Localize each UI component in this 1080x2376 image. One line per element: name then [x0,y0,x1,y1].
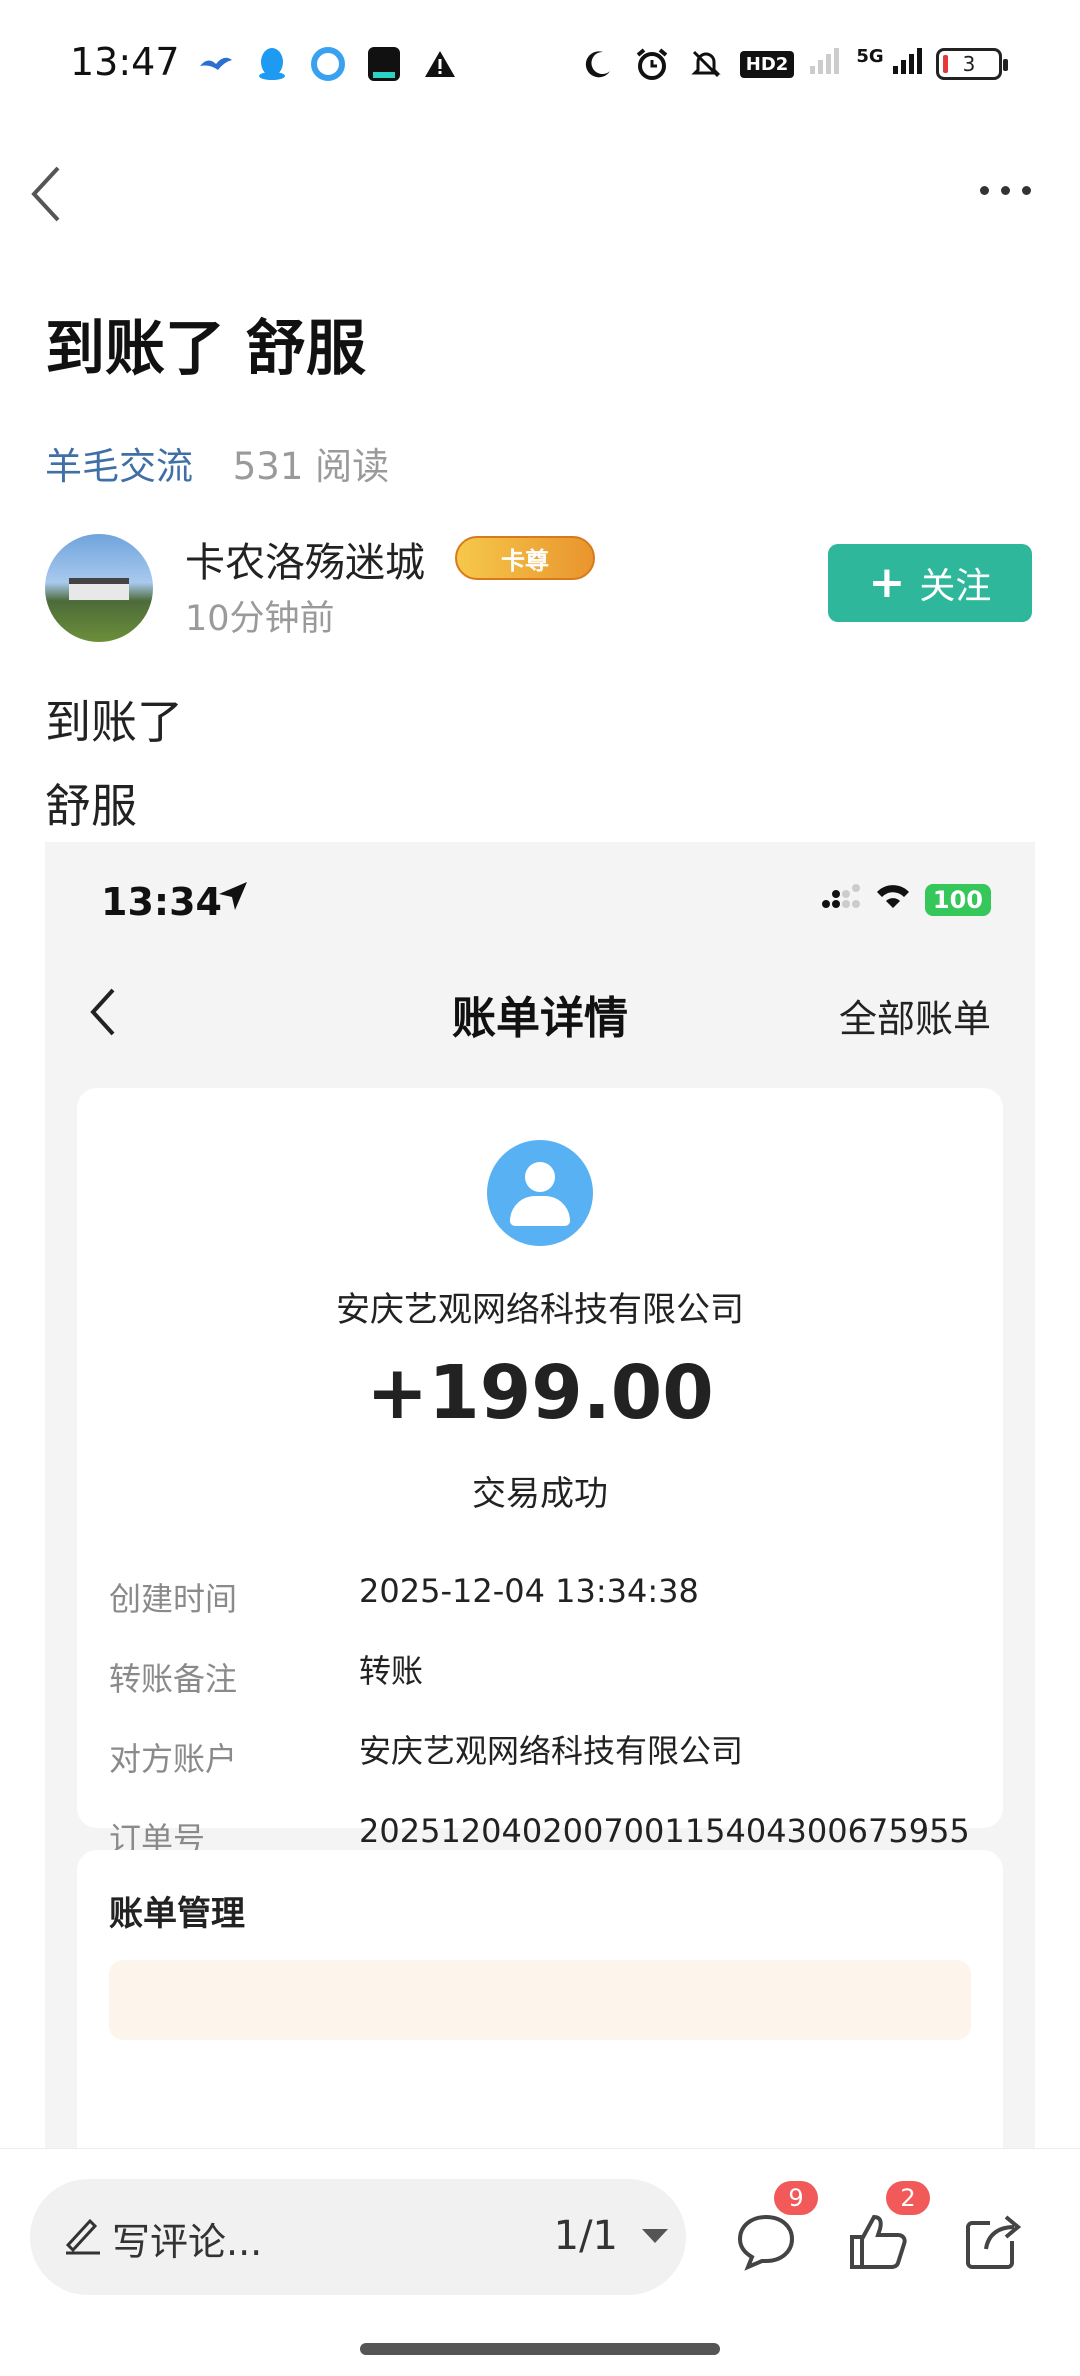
status-time: 13:47 [70,40,180,84]
bill-management-banner [109,1960,971,2040]
all-bills-link: 全部账单 [838,997,991,1041]
hd-icon: HD2 [739,50,795,78]
more-dot [1001,185,1010,195]
share-icon [966,2215,1022,2269]
detail-key: 对方账户 [109,1740,238,1778]
avatar-house-image [69,578,129,600]
avatar-head-shape [525,1162,555,1192]
like-count-badge: 2 [886,2181,930,2215]
post-body: 到账了 舒服 [45,680,183,848]
pencil-icon [65,2218,100,2255]
follow-button[interactable]: + 关注 [828,544,1032,622]
news-app-icon [364,44,404,84]
detail-value: 安庆艺观网络科技有限公司 [359,1732,744,1770]
bill-management-card: 账单管理 [77,1850,1003,2148]
more-icon[interactable] [980,180,1036,200]
share-button[interactable] [962,2209,1026,2273]
page-indicator[interactable]: 1/1 [554,2213,618,2259]
location-arrow-icon [217,880,249,921]
vip-badge: 卡尊 [455,536,595,580]
battery-level-fill [943,55,948,73]
bill-amount: +199.00 [366,1350,714,1436]
battery-icon: 3 [936,48,1008,80]
5g-signal-icon: 5G [856,46,922,82]
more-dot [980,185,989,195]
detail-key: 转账备注 [109,1660,238,1698]
bill-management-title: 账单管理 [109,1894,245,1934]
embedded-battery-icon: 100 [924,884,991,916]
post-read-count: 531 阅读 [232,445,390,488]
like-button[interactable]: 2 [846,2181,930,2273]
top-nav [0,150,1080,230]
post-time: 10分钟前 [185,599,335,639]
detail-value: 转账 [359,1652,424,1690]
user-avatar-icon [487,1140,593,1246]
post-title: 到账了 舒服 [45,314,366,384]
comment-button[interactable]: 9 [734,2181,818,2273]
embedded-status-time: 13:34 [101,880,222,924]
status-bar: 13:47 HD2 5G 3 [0,0,1080,130]
embedded-status-icons: 100 [821,882,991,918]
signal-icon [808,46,842,82]
post-body-line: 舒服 [45,779,137,833]
chevron-down-icon[interactable] [642,2229,668,2243]
wifi-icon [875,882,911,918]
avatar-shoulders-shape [510,1196,570,1226]
post-body-line: 到账了 [45,695,183,749]
thumbs-up-icon [850,2214,907,2269]
transaction-status: 交易成功 [472,1474,608,1514]
post-image[interactable]: 13:34 100 账单详情 全部账单 安庆艺观网络科技有限公司 +199.00… [45,842,1035,2148]
home-indicator[interactable] [360,2343,720,2355]
post-category-link[interactable]: 羊毛交流 [45,445,193,488]
payer-name: 安庆艺观网络科技有限公司 [336,1290,744,1330]
avatar[interactable] [45,534,153,642]
more-dot [1022,185,1031,195]
status-right-icons: HD2 5G 3 [578,44,1008,84]
comment-count-badge: 9 [774,2181,818,2215]
comment-input[interactable]: 写评论... 1/1 [30,2179,686,2295]
comment-bubble-icon [737,2214,795,2271]
browser-icon [308,44,348,84]
5g-label: 5G [856,46,884,67]
qq-icon [252,44,292,84]
author-name[interactable]: 卡农洛殇迷城 [185,530,425,588]
detail-key: 创建时间 [109,1580,238,1618]
warning-icon [420,44,460,84]
post-meta: 羊毛交流 531 阅读 [45,436,389,490]
bill-card: 安庆艺观网络科技有限公司 +199.00 交易成功 创建时间 2025-12-0… [77,1088,1003,1900]
comment-placeholder: 写评论... [112,2220,263,2264]
back-icon[interactable] [28,164,78,224]
mute-icon [686,44,726,84]
author-row: 卡农洛殇迷城 卡尊 10分钟前 + 关注 [45,530,1035,650]
moon-icon [578,44,618,84]
detail-value: 2025-12-04 13:34:38 [359,1572,699,1610]
bottom-action-bar: 写评论... 1/1 9 2 [0,2148,1080,2376]
cellular-icon [821,884,861,916]
status-left-icons [196,44,460,84]
plus-icon: + [868,557,906,608]
bird-icon [196,44,236,84]
follow-label: 关注 [919,566,992,607]
battery-level: 3 [962,52,976,76]
alarm-icon [632,44,672,84]
